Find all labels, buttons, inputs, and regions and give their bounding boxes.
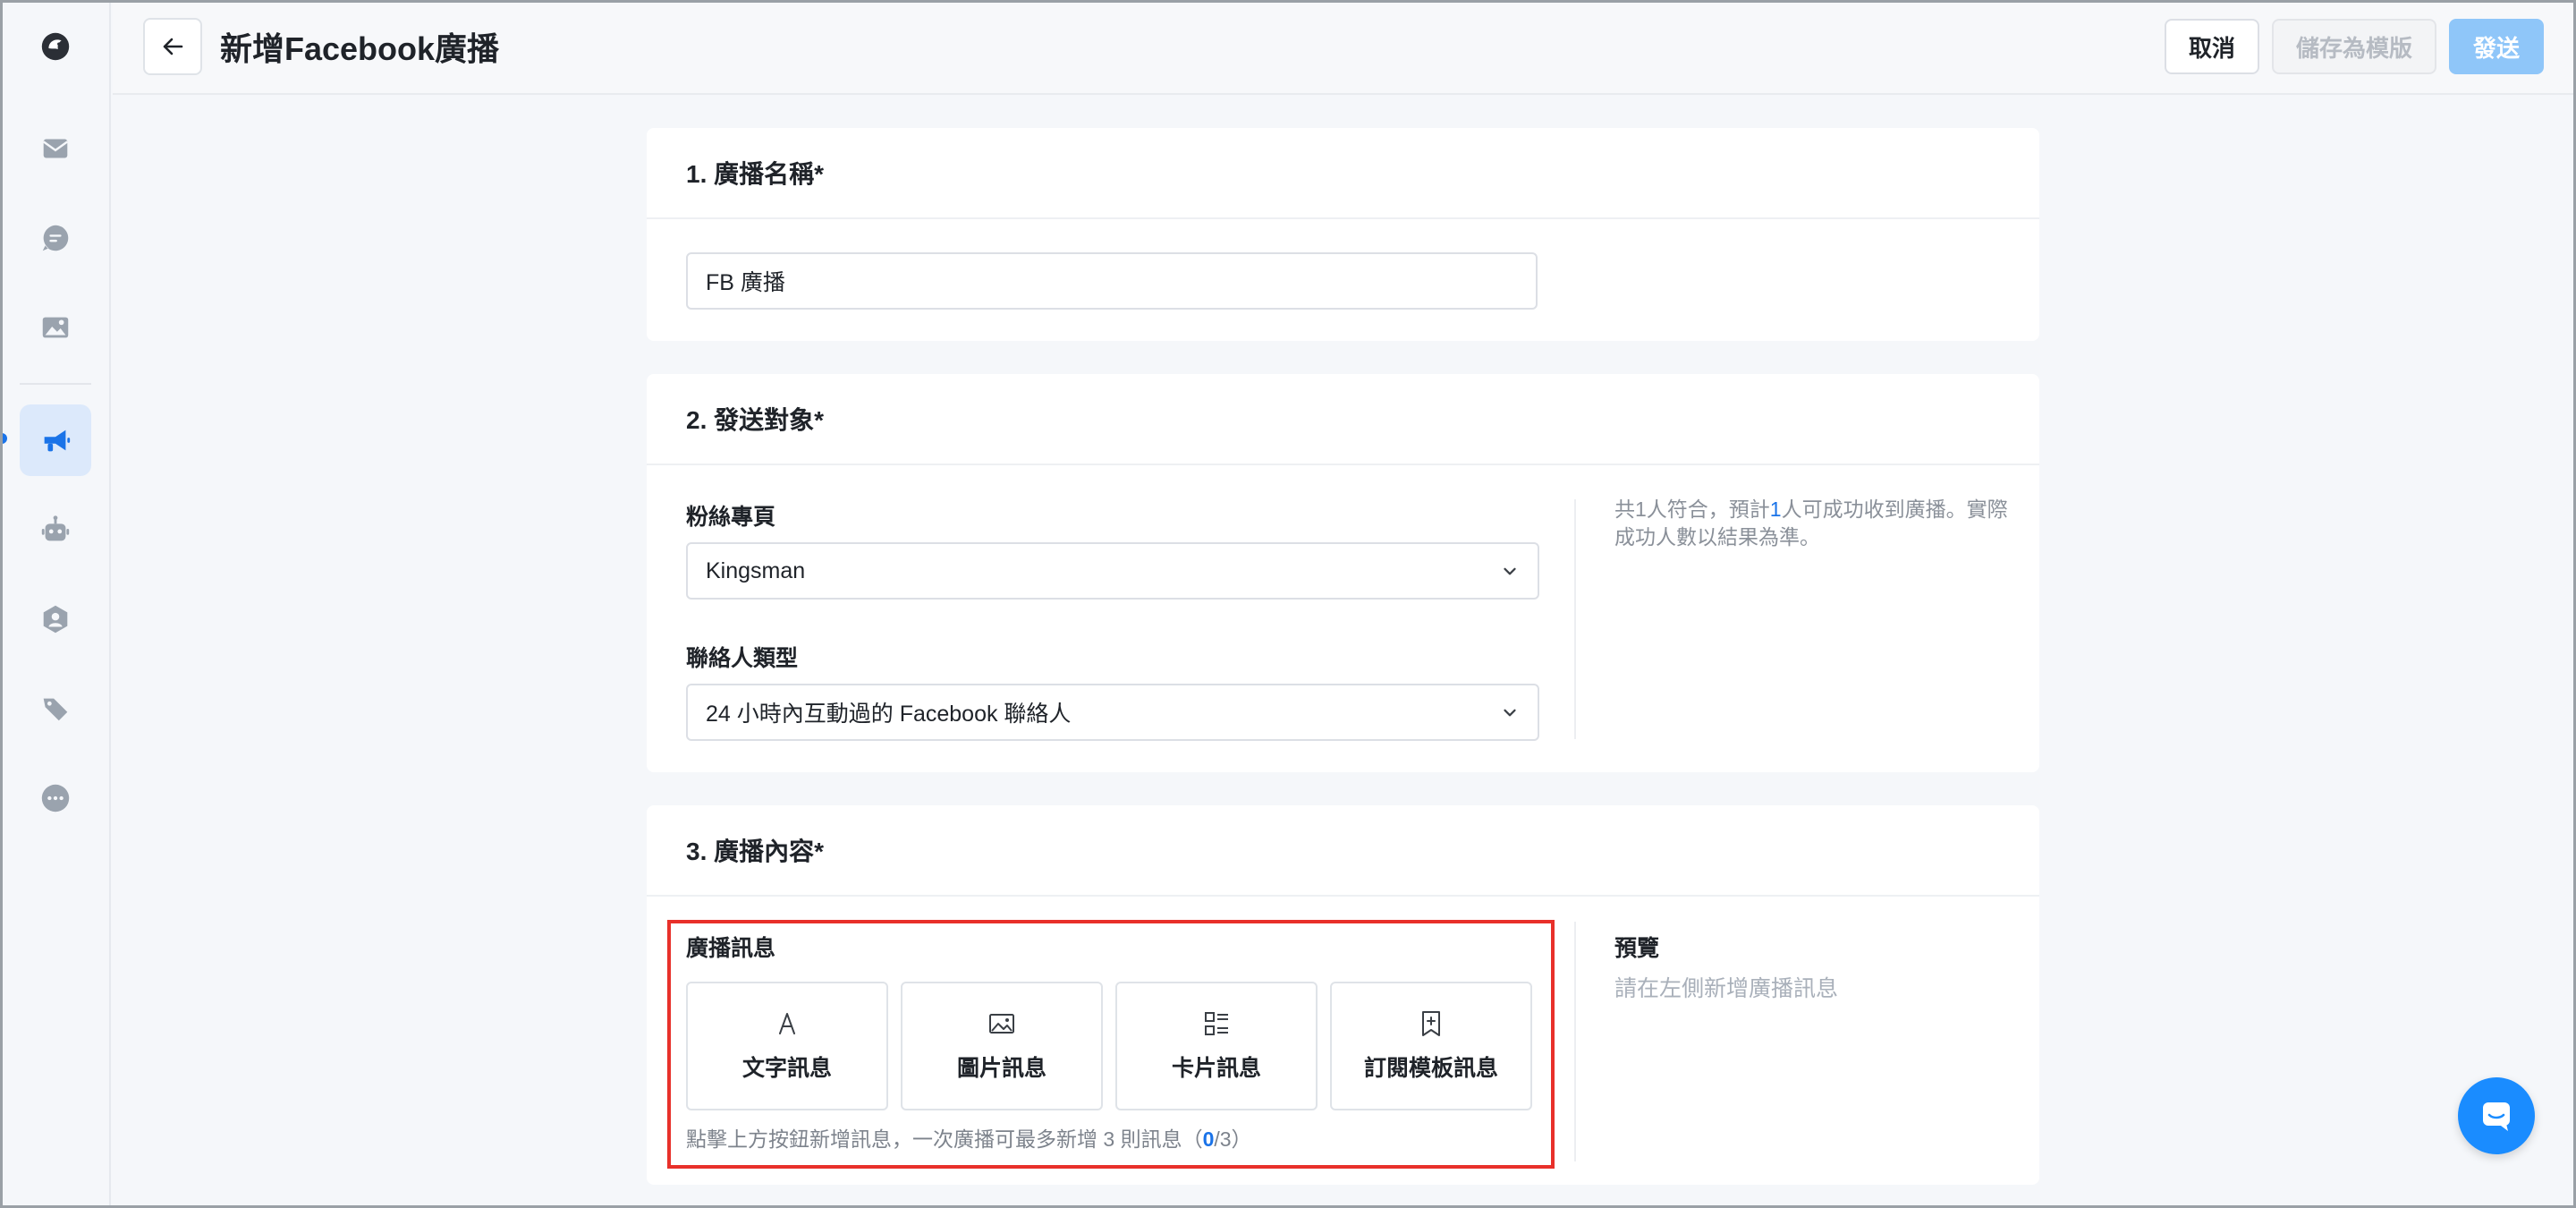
- button-label: 卡片訊息: [1171, 1056, 1261, 1081]
- card-list-icon: [1205, 1012, 1228, 1035]
- sidebar-divider: [20, 383, 91, 385]
- megaphone-icon: [44, 430, 71, 452]
- add-card-message-button[interactable]: 卡片訊息: [1115, 982, 1318, 1110]
- message-limit-note: 點擊上方按鈕新增訊息，一次廣播可最多新增 3 則訊息（0/3）: [686, 1122, 1252, 1153]
- chat-icon: [42, 225, 69, 251]
- section-title: 3. 廣播內容*: [647, 805, 2039, 897]
- page-label: 粉絲專頁: [686, 505, 776, 530]
- contact-icon: [43, 605, 68, 634]
- add-text-message-button[interactable]: 文字訊息: [686, 982, 888, 1110]
- preview-placeholder: 請在左側新增廣播訊息: [1614, 976, 1839, 1001]
- preview-label: 預覽: [1614, 936, 1660, 961]
- message-type-buttons: 文字訊息 圖片訊息 卡片訊息 訂閱模板訊息: [686, 982, 1532, 1110]
- add-image-message-button[interactable]: 圖片訊息: [901, 982, 1103, 1110]
- button-label: 圖片訊息: [956, 1056, 1046, 1081]
- page-select-value: Kingsman: [706, 557, 806, 583]
- support-chat-button[interactable]: [2458, 1077, 2535, 1154]
- sidebar-item-more[interactable]: [20, 762, 91, 834]
- section-title: 2. 發送對象*: [647, 374, 2039, 465]
- contact-type-select[interactable]: 24 小時內互動過的 Facebook 聯絡人: [686, 684, 1539, 741]
- button-label: 訂閱模板訊息: [1363, 1056, 1498, 1081]
- sidebar-item-broadcast[interactable]: [20, 404, 91, 476]
- chevron-down-icon: [1504, 709, 1516, 717]
- bot-icon: [41, 515, 70, 541]
- sidebar-item-inbox[interactable]: [20, 113, 91, 184]
- text-icon: [779, 1013, 795, 1034]
- sidebar-item-media[interactable]: [20, 292, 91, 363]
- sidebar-item-chat[interactable]: [20, 202, 91, 274]
- tag-icon: [43, 698, 68, 721]
- arrow-left-icon: [163, 38, 183, 55]
- broadcast-name-value: FB 廣播: [706, 270, 785, 295]
- image-icon: [42, 317, 69, 338]
- sidebar-logo[interactable]: [20, 11, 91, 82]
- back-button[interactable]: [143, 18, 202, 75]
- message-count: 0: [1202, 1127, 1215, 1151]
- sidebar-item-contacts[interactable]: [20, 583, 91, 655]
- sidebar-item-bot[interactable]: [20, 494, 91, 566]
- broadcast-messages-label: 廣播訊息: [686, 936, 776, 961]
- page-header: 新增Facebook廣播 取消 儲存為模版 發送: [113, 0, 2574, 95]
- image-icon: [989, 1014, 1014, 1034]
- chevron-down-icon: [1504, 567, 1516, 575]
- cancel-button[interactable]: 取消: [2165, 19, 2259, 74]
- save-template-button[interactable]: 儲存為模版: [2272, 19, 2436, 74]
- sidebar-active-indicator: [0, 433, 7, 444]
- column-divider: [1574, 922, 1576, 1161]
- section-title: 1. 廣播名稱*: [647, 128, 2039, 219]
- recipients-card: 2. 發送對象* 粉絲專頁 Kingsman 聯絡人類型 24 小時內互動過的 …: [647, 374, 2039, 772]
- logo-icon: [41, 32, 70, 61]
- more-icon: [41, 784, 70, 812]
- hint-prefix: 共1人符合，預計: [1614, 498, 1770, 521]
- inbox-icon: [43, 139, 68, 158]
- hint-number: 1: [1769, 498, 1782, 521]
- note-prefix: 點擊上方按鈕新增訊息，一次廣播可最多新增 3 則訊息（: [686, 1127, 1203, 1151]
- recipient-count-hint: 共1人符合，預計1人可成功收到廣播。實際成功人數以結果為準。: [1614, 496, 2008, 551]
- column-divider: [1574, 499, 1576, 739]
- broadcast-content-card: 3. 廣播內容* 廣播訊息 文字訊息 圖片訊息 卡片訊息 訂閱模板訊息 點擊上方…: [647, 805, 2039, 1185]
- note-suffix: /3）: [1214, 1127, 1252, 1151]
- page-select[interactable]: Kingsman: [686, 542, 1539, 600]
- chat-bubble-icon: [2483, 1102, 2510, 1131]
- broadcast-name-input[interactable]: FB 廣播: [686, 252, 1538, 310]
- contact-type-select-value: 24 小時內互動過的 Facebook 聯絡人: [706, 702, 1072, 727]
- button-label: 文字訊息: [741, 1056, 832, 1081]
- sidebar: [0, 0, 111, 1208]
- sidebar-item-tags[interactable]: [20, 673, 91, 744]
- add-subscription-template-button[interactable]: 訂閱模板訊息: [1330, 982, 1532, 1110]
- bookmark-add-icon: [1422, 1011, 1440, 1036]
- broadcast-name-card: 1. 廣播名稱* FB 廣播: [647, 128, 2039, 341]
- page-title: 新增Facebook廣播: [220, 30, 500, 67]
- contact-type-label: 聯絡人類型: [686, 646, 799, 671]
- send-button[interactable]: 發送: [2449, 19, 2544, 74]
